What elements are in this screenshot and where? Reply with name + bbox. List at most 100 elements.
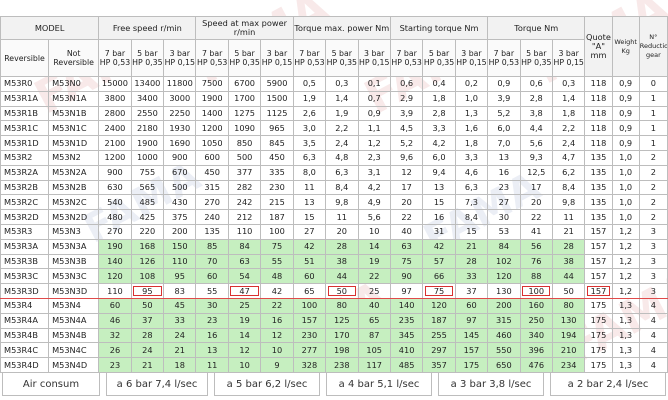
table-cell: 4,7 — [551, 149, 586, 166]
table-cell: 6700 — [227, 76, 262, 92]
table-cell: 0,1 — [357, 76, 391, 92]
table-cell: 63 — [227, 253, 262, 270]
table-cell: 16 — [260, 312, 294, 329]
table-cell: 135 — [584, 194, 613, 211]
table-cell: 9,4 — [422, 164, 456, 181]
table-cell: 460 — [487, 327, 521, 344]
pressure-7bar: 7 bar HP 0,53 — [195, 39, 229, 77]
table-cell: 170 — [325, 327, 359, 344]
table-cell: 87 — [357, 327, 391, 344]
table-cell: 140 — [98, 253, 132, 270]
table-cell: 2,2 — [325, 120, 359, 137]
table-cell: 70 — [195, 253, 229, 270]
not-reversible-model-code: M53N1A — [48, 90, 100, 107]
table-cell: 175 — [584, 312, 613, 329]
table-cell: 8,4 — [325, 179, 359, 196]
table-cell: 1,3 — [611, 297, 640, 314]
table-cell: 6,2 — [551, 164, 586, 181]
air-consum-6bar: a 6 bar 7,4 l/sec — [106, 372, 208, 396]
table-cell: 21 — [163, 342, 197, 359]
table-cell: 255 — [422, 327, 456, 344]
table-cell: 84 — [227, 238, 262, 255]
reversible-model-code: M53R3D — [0, 283, 50, 299]
table-cell: 30 — [487, 209, 521, 225]
reversible-model-code: M53R1B — [0, 105, 50, 122]
pressure-3bar: 3 bar HP 0,15 — [454, 39, 489, 77]
table-cell: 21 — [551, 223, 586, 240]
table-row: M53R2 M53N2 1200 1000 900 600 500 450 6,3 4,8 2,3 9… — [0, 149, 668, 166]
table-cell: 44 — [325, 268, 359, 285]
table-cell: 1,8 — [454, 135, 489, 151]
table-cell: 2 — [638, 164, 668, 181]
table-cell: 1,4 — [551, 90, 586, 107]
table-cell: 1125 — [260, 105, 294, 122]
table-cell: 3800 — [98, 90, 132, 107]
reversible-model-code: M53R3C — [0, 268, 50, 285]
table-cell: 80 — [551, 297, 586, 314]
table-row: M53R4 M53N4 60 50 45 30 25 22 100 80 40 140 120 60 200… — [0, 297, 668, 314]
table-cell: 1200 — [195, 120, 229, 137]
table-cell: 41 — [519, 223, 553, 240]
table-cell: 1,0 — [611, 149, 640, 166]
table-cell: 46 — [98, 312, 132, 329]
not-reversible-model-code: M53N1C — [48, 120, 100, 137]
table-cell: 5,2 — [389, 135, 424, 151]
reversible-model-code: M53R4C — [0, 342, 50, 359]
table-cell: 15 — [292, 209, 327, 225]
table-cell: 19 — [357, 253, 391, 270]
table-cell: 0,9 — [611, 105, 640, 122]
table-cell: 2100 — [98, 135, 132, 151]
table-cell: 965 — [260, 120, 294, 137]
air-consum-3bar: a 3 bar 3,8 l/sec — [438, 372, 544, 396]
table-cell: 650 — [487, 357, 521, 373]
table-cell: 157 — [454, 342, 489, 359]
table-cell: 48 — [260, 268, 294, 285]
table-row: M53R2C M53N2C 540 485 430 270 242 215 13 9,8 4,9 20… — [0, 194, 668, 211]
table-cell: 240 — [195, 209, 229, 225]
table-cell: 60 — [454, 297, 489, 314]
table-cell: 335 — [260, 164, 294, 181]
table-cell: 32 — [98, 327, 132, 344]
table-cell: 118 — [584, 135, 613, 151]
table-cell: 150 — [163, 238, 197, 255]
table-cell: 75 — [260, 238, 294, 255]
table-cell: 187 — [260, 209, 294, 225]
table-cell: 5900 — [260, 76, 294, 92]
table-cell: 1275 — [227, 105, 262, 122]
table-cell: 357 — [422, 357, 456, 373]
reduction-gear-header: N° Reduction gear — [638, 16, 668, 77]
table-cell: 1,3 — [611, 357, 640, 373]
table-cell: 600 — [195, 149, 229, 166]
specification-table: MODEL Free speed r/min Speed at max powe… — [0, 16, 668, 373]
table-cell: 102 — [487, 253, 521, 270]
table-cell: 8,4 — [454, 209, 489, 225]
table-cell: 1090 — [227, 120, 262, 137]
table-cell: 0,5 — [292, 76, 327, 92]
table-cell: 2,8 — [422, 105, 456, 122]
table-cell: 4,5 — [389, 120, 424, 137]
not-reversible-model-code: M53N2D — [48, 209, 100, 225]
table-cell: 145 — [454, 327, 489, 344]
table-cell: 50 — [551, 283, 586, 299]
table-cell: 3,0 — [292, 120, 327, 137]
table-cell: 4 — [638, 342, 668, 359]
table-cell: 234 — [551, 357, 586, 373]
table-cell: 340 — [519, 327, 553, 344]
table-cell: 85 — [195, 238, 229, 255]
table-row: M53R3D M53N3D 110 95 83 55 47 42 65 50 25 97 75 37 130… — [0, 283, 668, 299]
table-cell: 83 — [163, 283, 197, 299]
table-cell: 500 — [227, 149, 262, 166]
table-cell: 65 — [292, 283, 327, 299]
reversible-model-code: M53R1D — [0, 135, 50, 151]
table-cell: 56 — [519, 238, 553, 255]
table-cell: 130 — [551, 312, 586, 329]
table-cell: 850 — [227, 135, 262, 151]
table-cell: 1700 — [227, 90, 262, 107]
table-cell: 11 — [325, 209, 359, 225]
table-row: M53R2A M53N2A 900 755 670 450 377 335 8,0 6,3 3,1 1… — [0, 164, 668, 181]
air-consum-4bar: a 4 bar 5,1 l/sec — [326, 372, 432, 396]
pressure-5bar: 5 bar HP 0,35 — [227, 39, 262, 77]
table-cell: 2,8 — [519, 90, 553, 107]
table-row: M53R3 M53N3 270 220 200 135 110 100 27 20 10 40 31 15… — [0, 223, 668, 240]
table-cell: 270 — [98, 223, 132, 240]
